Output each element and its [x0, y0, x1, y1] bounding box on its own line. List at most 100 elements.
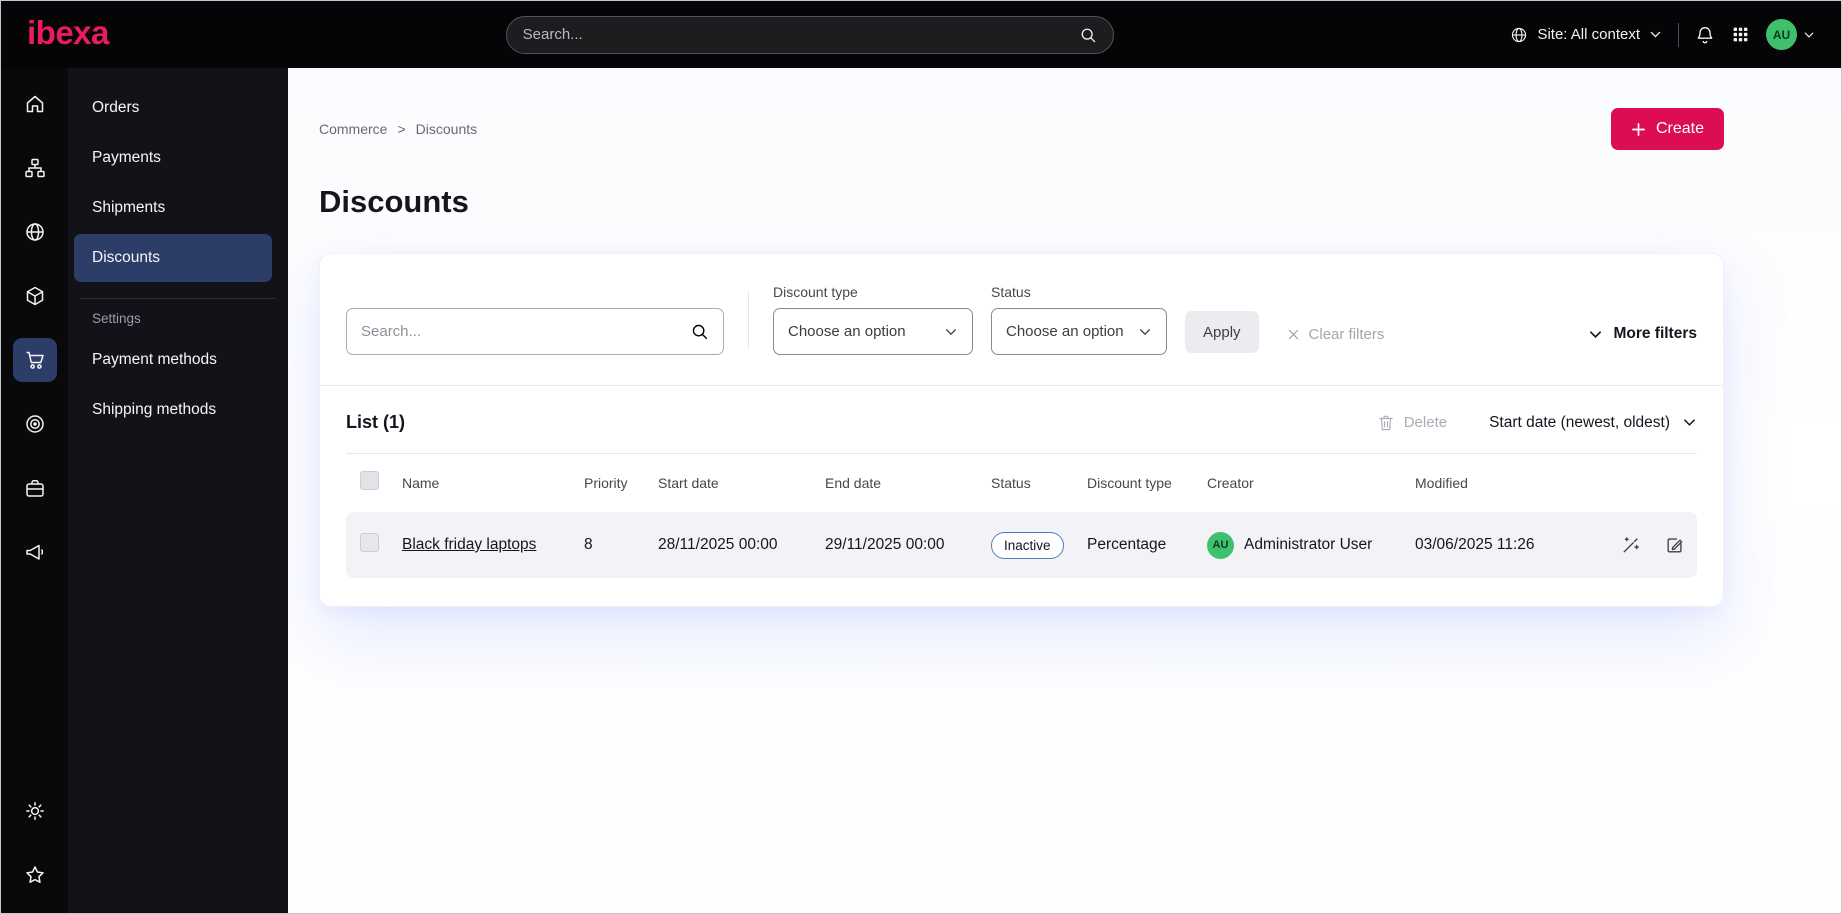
discount-type-select[interactable]: Choose an option	[773, 308, 973, 355]
apply-button[interactable]: Apply	[1185, 311, 1259, 353]
column-header-discount-type: Discount type	[1087, 475, 1172, 491]
more-filters-button[interactable]: More filters	[1588, 325, 1697, 343]
discounts-table: Name Priority Start date End date Status…	[346, 453, 1697, 578]
globe-icon[interactable]	[13, 210, 57, 254]
discount-type-filter: Discount type Choose an option	[773, 284, 973, 355]
sort-dropdown[interactable]: Start date (newest, oldest)	[1489, 414, 1697, 432]
topbar: ibexa Site: All context	[1, 1, 1841, 68]
user-menu[interactable]: AU	[1766, 19, 1815, 50]
chevron-down-icon	[944, 325, 958, 339]
breadcrumb-discounts: Discounts	[415, 121, 478, 137]
list-title: List (1)	[346, 412, 406, 432]
close-icon	[1287, 328, 1300, 341]
chevron-down-icon	[1649, 28, 1662, 41]
sidebar-item-payments[interactable]: Payments	[74, 134, 272, 182]
discount-type-label: Discount type	[773, 284, 858, 300]
breadcrumb-separator: >	[397, 121, 406, 137]
create-button[interactable]: Create	[1610, 108, 1724, 150]
briefcase-icon[interactable]	[13, 466, 57, 510]
discount-name-link[interactable]: Black friday laptops	[402, 536, 536, 553]
discount-type-value: Choose an option	[788, 323, 906, 340]
status-filter: Status Choose an option	[991, 284, 1167, 355]
topbar-divider	[1678, 22, 1679, 47]
sidebar-item-shipments[interactable]: Shipments	[74, 184, 272, 232]
sitemap-icon[interactable]	[13, 146, 57, 190]
chevron-down-icon	[1588, 327, 1603, 342]
site-context-label: Site: All context	[1537, 26, 1640, 43]
status-select[interactable]: Choose an option	[991, 308, 1167, 355]
clear-filters-button[interactable]: Clear filters	[1287, 326, 1385, 343]
sidebar-item-payment-methods[interactable]: Payment methods	[74, 336, 272, 384]
global-search[interactable]	[505, 15, 1114, 54]
home-icon[interactable]	[13, 82, 57, 126]
plus-icon	[1631, 122, 1646, 137]
discount-start-date: 28/11/2025 00:00	[658, 536, 778, 553]
search-icon[interactable]	[690, 322, 709, 341]
column-header-creator: Creator	[1207, 475, 1254, 491]
column-header-end-date: End date	[825, 475, 882, 491]
chevron-down-icon	[1803, 29, 1815, 41]
delete-label: Delete	[1403, 414, 1448, 431]
ibexa-logo[interactable]: ibexa	[27, 16, 109, 53]
sidebar-divider	[80, 298, 276, 299]
filter-bar: Discount type Choose an option Status Ch…	[320, 254, 1723, 385]
sidebar-item-discounts[interactable]: Discounts	[74, 234, 272, 282]
avatar: AU	[1766, 19, 1797, 50]
column-header-name: Name	[402, 475, 440, 491]
chevron-down-icon	[1682, 415, 1697, 430]
commerce-sidebar: Orders Payments Shipments Discounts Sett…	[68, 68, 288, 913]
commerce-cart-icon[interactable]	[12, 338, 57, 382]
filter-divider	[748, 291, 749, 348]
star-bookmarks-icon[interactable]	[13, 853, 57, 897]
globe-icon	[1510, 26, 1528, 44]
more-filters-label: More filters	[1613, 325, 1697, 342]
column-header-priority: Priority	[584, 475, 628, 491]
table-row: Black friday laptops 8 28/11/2025 00:00 …	[346, 512, 1697, 578]
megaphone-icon[interactable]	[13, 530, 57, 574]
row-actions	[1613, 535, 1697, 555]
page-title: Discounts	[319, 184, 469, 219]
breadcrumb-commerce[interactable]: Commerce	[319, 121, 387, 137]
creator-cell: AU Administrator User	[1207, 531, 1415, 559]
list-header: List (1) Delete Start date (newest, olde…	[320, 386, 1723, 453]
topbar-right: Site: All context AU	[1510, 19, 1815, 50]
status-badge: Inactive	[991, 531, 1064, 559]
delete-button[interactable]: Delete	[1377, 414, 1447, 432]
column-header-status: Status	[991, 475, 1031, 491]
gear-icon[interactable]	[13, 789, 57, 833]
app-grid-icon[interactable]	[1731, 25, 1750, 44]
sidebar-item-orders[interactable]: Orders	[74, 84, 272, 132]
discounts-card: Discount type Choose an option Status Ch…	[319, 253, 1724, 607]
site-context-selector[interactable]: Site: All context	[1510, 26, 1662, 44]
filter-search[interactable]	[346, 308, 724, 355]
app-window: ibexa Site: All context	[0, 0, 1842, 914]
creator-avatar: AU	[1207, 531, 1234, 559]
notifications-bell-icon[interactable]	[1695, 25, 1715, 45]
trash-icon	[1377, 414, 1395, 432]
sidebar-settings-label: Settings	[92, 311, 141, 326]
sort-label: Start date (newest, oldest)	[1489, 413, 1670, 431]
global-search-input[interactable]	[522, 26, 1067, 43]
activate-discount-icon[interactable]	[1621, 535, 1641, 555]
icon-rail	[1, 68, 68, 913]
column-header-start-date: Start date	[658, 475, 719, 491]
discount-end-date: 29/11/2025 00:00	[825, 536, 945, 553]
topbar-search-area	[129, 15, 1491, 54]
row-checkbox[interactable]	[360, 533, 379, 552]
breadcrumb: Commerce > Discounts	[319, 121, 477, 137]
sidebar-item-shipping-methods[interactable]: Shipping methods	[74, 386, 272, 434]
cube-icon[interactable]	[13, 274, 57, 318]
discount-priority: 8	[584, 536, 593, 553]
status-label: Status	[991, 284, 1031, 300]
search-icon[interactable]	[1079, 26, 1097, 44]
chevron-down-icon	[1138, 325, 1152, 339]
create-button-label: Create	[1655, 120, 1704, 137]
discount-modified: 03/06/2025 11:26	[1415, 536, 1535, 553]
main-content: Commerce > Discounts Create Discounts Se…	[288, 68, 1841, 913]
target-icon[interactable]	[13, 402, 57, 446]
clear-filters-label: Clear filters	[1308, 326, 1385, 343]
filter-search-input[interactable]	[361, 323, 680, 340]
column-header-modified: Modified	[1415, 475, 1468, 491]
edit-icon[interactable]	[1665, 535, 1685, 555]
select-all-checkbox[interactable]	[360, 471, 379, 490]
